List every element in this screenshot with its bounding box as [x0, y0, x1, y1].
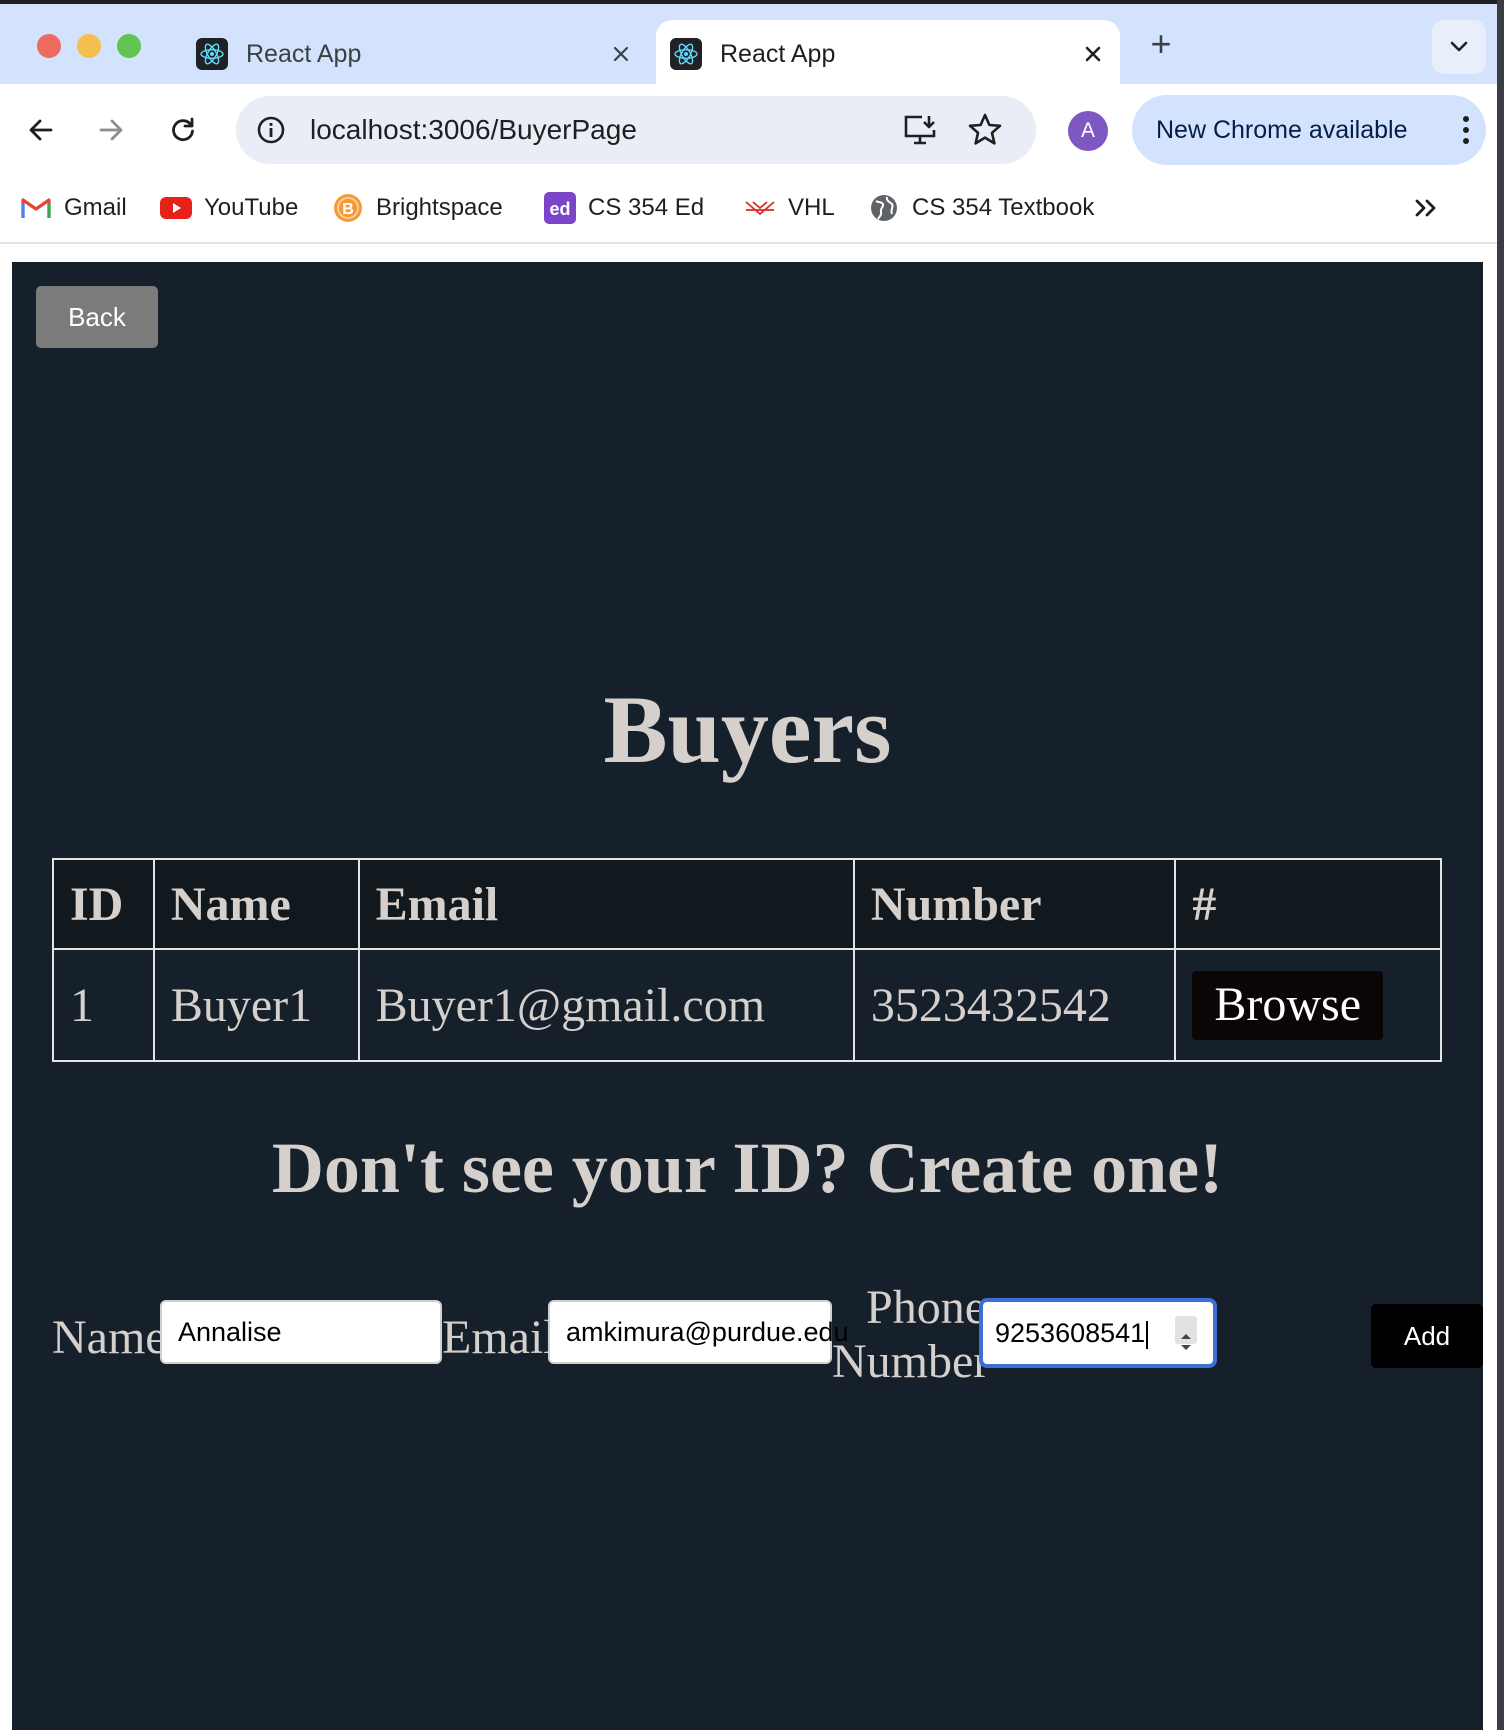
- background-window-edge: [1497, 0, 1504, 1730]
- create-buyer-form: Name Annalise Email amkimura@purdue.edu …: [52, 1272, 1483, 1392]
- chevron-down-icon: [1450, 41, 1468, 52]
- text-caret: [1146, 1320, 1149, 1349]
- globe-icon: [868, 192, 900, 224]
- bookmark-brightspace[interactable]: B Brightspace: [332, 190, 503, 226]
- bookmark-label: YouTube: [204, 194, 299, 221]
- install-app-icon[interactable]: [902, 112, 938, 148]
- tab-react-app-2[interactable]: React App: [656, 20, 1120, 88]
- column-header-email: Email: [357, 858, 855, 950]
- bookmark-youtube[interactable]: YouTube: [160, 190, 298, 226]
- svg-text:B: B: [342, 201, 354, 218]
- cell-name: Buyer1: [152, 948, 360, 1062]
- reload-icon[interactable]: [160, 107, 206, 153]
- more-vert-icon[interactable]: [1446, 115, 1486, 145]
- close-icon[interactable]: [1078, 39, 1108, 69]
- number-spinner-icon[interactable]: [1175, 1316, 1197, 1350]
- bookmark-label: Brightspace: [376, 194, 503, 221]
- bookmark-label: CS 354 Ed: [588, 194, 705, 221]
- cell-number: 3523432542: [852, 948, 1177, 1062]
- ed-icon: ed: [544, 192, 576, 224]
- bookmark-cs354-ed[interactable]: ed CS 354 Ed: [544, 190, 704, 226]
- back-button[interactable]: Back: [36, 286, 158, 348]
- gmail-icon: [20, 192, 52, 224]
- column-header-name: Name: [152, 858, 360, 950]
- cell-email: Buyer1@gmail.com: [357, 948, 855, 1062]
- back-arrow-icon[interactable]: [18, 107, 64, 153]
- name-label: Name: [52, 1311, 167, 1364]
- tab-strip: React App React App +: [0, 0, 1497, 88]
- window-close-button[interactable]: [37, 34, 61, 58]
- phone-label-line2: Number: [832, 1335, 990, 1388]
- tab-title: React App: [720, 39, 836, 68]
- react-icon: [670, 38, 702, 70]
- buyer-page: Back Buyers ID Name Email Number # 1 Buy…: [12, 262, 1483, 1730]
- url-text: localhost:3006/BuyerPage: [310, 114, 637, 145]
- table-header-row: ID Name Email Number #: [52, 858, 1442, 950]
- bookmarks-bar: Gmail YouTube B Brightspace ed CS 354 Ed…: [0, 176, 1497, 244]
- bookmark-label: Gmail: [64, 194, 127, 221]
- window-minimize-button[interactable]: [77, 34, 101, 58]
- brightspace-icon: B: [332, 192, 364, 224]
- site-info-icon[interactable]: [254, 113, 288, 147]
- double-chevron-right-icon[interactable]: [1408, 190, 1444, 226]
- email-input[interactable]: amkimura@purdue.edu: [548, 1300, 849, 1364]
- youtube-icon: [160, 192, 192, 224]
- bookmark-vhl[interactable]: VHL: [744, 190, 835, 226]
- vhl-icon: [744, 192, 776, 224]
- cell-action: Browse: [1174, 948, 1442, 1062]
- browse-button[interactable]: Browse: [1192, 970, 1384, 1040]
- email-label: Email: [442, 1311, 557, 1364]
- bookmark-label: CS 354 Textbook: [912, 194, 1095, 221]
- page-title: Buyers: [603, 676, 892, 783]
- bookmark-gmail[interactable]: Gmail: [20, 190, 127, 226]
- phone-input[interactable]: 9253608541: [979, 1298, 1217, 1368]
- bookmark-label: VHL: [788, 194, 835, 221]
- address-bar[interactable]: localhost:3006/BuyerPage: [236, 96, 1036, 164]
- forward-arrow-icon[interactable]: [88, 107, 134, 153]
- browser-window: React App React App + localhost:3006/Buy…: [0, 0, 1498, 1730]
- svg-text:ed: ed: [549, 199, 570, 219]
- close-icon[interactable]: [606, 39, 636, 69]
- react-icon: [196, 38, 228, 70]
- tab-search-button[interactable]: [1432, 20, 1486, 74]
- column-header-number: Number: [852, 858, 1177, 950]
- tab-title: React App: [246, 39, 362, 68]
- update-label: New Chrome available: [1156, 115, 1408, 144]
- new-tab-button[interactable]: +: [1143, 23, 1179, 64]
- tab-react-app-1[interactable]: React App: [182, 20, 648, 88]
- buyers-table: ID Name Email Number # 1 Buyer1 Buyer1@g…: [52, 858, 1442, 1062]
- chrome-update-button[interactable]: New Chrome available: [1132, 95, 1486, 165]
- add-button[interactable]: Add: [1371, 1304, 1483, 1368]
- profile-avatar[interactable]: A: [1068, 111, 1108, 151]
- column-header-action: #: [1174, 858, 1442, 950]
- browser-toolbar: localhost:3006/BuyerPage A New Chrome av…: [0, 84, 1497, 176]
- table-row: 1 Buyer1 Buyer1@gmail.com 3523432542 Bro…: [52, 948, 1442, 1062]
- phone-value: 9253608541: [995, 1318, 1146, 1348]
- bookmark-star-icon[interactable]: [966, 111, 1004, 149]
- column-header-id: ID: [52, 858, 155, 950]
- bookmark-cs354-textbook[interactable]: CS 354 Textbook: [868, 190, 1094, 226]
- window-zoom-button[interactable]: [117, 34, 141, 58]
- cell-id: 1: [52, 948, 155, 1062]
- create-heading: Don't see your ID? Create one!: [271, 1128, 1224, 1208]
- name-input[interactable]: Annalise: [160, 1300, 442, 1364]
